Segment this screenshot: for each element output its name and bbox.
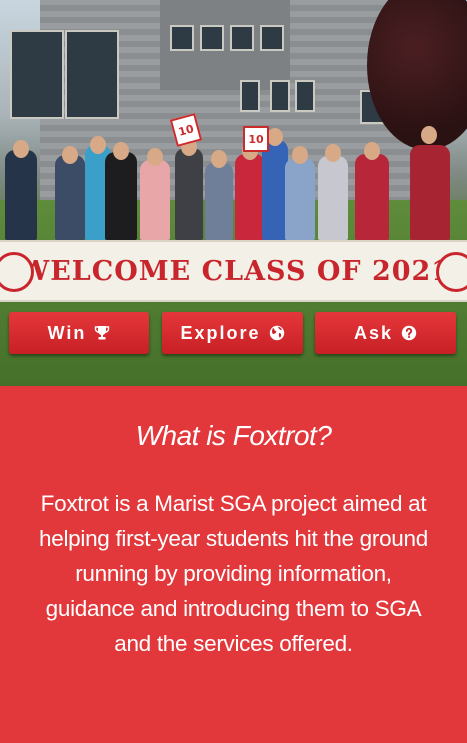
globe-icon <box>269 325 285 341</box>
student-head <box>364 142 380 160</box>
student-head <box>62 146 78 164</box>
section-description: Foxtrot is a Marist SGA project aimed at… <box>39 491 428 656</box>
student <box>5 150 37 240</box>
student <box>410 145 450 240</box>
hero-photo: 10 10 WELCOME CLASS OF 2021 Win Explore <box>0 0 467 386</box>
building-window <box>65 30 119 119</box>
student-head <box>211 150 227 168</box>
win-button[interactable]: Win <box>9 312 149 354</box>
student-head <box>90 136 106 154</box>
welcome-banner: WELCOME CLASS OF 2021 <box>0 240 467 302</box>
student <box>175 148 203 240</box>
student <box>140 160 170 240</box>
trophy-icon <box>94 325 110 341</box>
student-head <box>292 146 308 164</box>
student <box>105 152 137 240</box>
student <box>205 162 233 240</box>
students-group <box>0 120 467 240</box>
building-window <box>240 80 260 112</box>
ask-label: Ask <box>353 322 394 343</box>
student-head <box>267 128 283 146</box>
student <box>55 155 85 240</box>
student <box>235 154 265 240</box>
student-head <box>325 144 341 162</box>
building-window <box>270 80 290 112</box>
win-label: Win <box>47 322 87 343</box>
building-window <box>170 25 194 51</box>
student <box>285 158 315 240</box>
building-window <box>260 25 284 51</box>
action-buttons: Win Explore Ask <box>0 312 467 354</box>
section-title: What is Foxtrot? <box>135 420 332 451</box>
student <box>355 154 389 240</box>
building-window <box>200 25 224 51</box>
student-head <box>113 142 129 160</box>
banner-text: WELCOME CLASS OF 2021 <box>18 255 452 287</box>
about-section: What is Foxtrot? Foxtrot is a Marist SGA… <box>0 386 467 743</box>
student-head <box>147 148 163 166</box>
explore-button[interactable]: Explore <box>162 312 303 354</box>
number-sign: 10 <box>243 126 269 152</box>
explore-label: Explore <box>180 322 261 343</box>
question-circle-icon <box>401 325 417 341</box>
ask-button[interactable]: Ask <box>315 312 456 354</box>
building-window <box>230 25 254 51</box>
student-head <box>13 140 29 158</box>
building-window <box>295 80 315 112</box>
student <box>318 156 348 240</box>
student-head <box>421 126 437 144</box>
building-window <box>10 30 64 119</box>
